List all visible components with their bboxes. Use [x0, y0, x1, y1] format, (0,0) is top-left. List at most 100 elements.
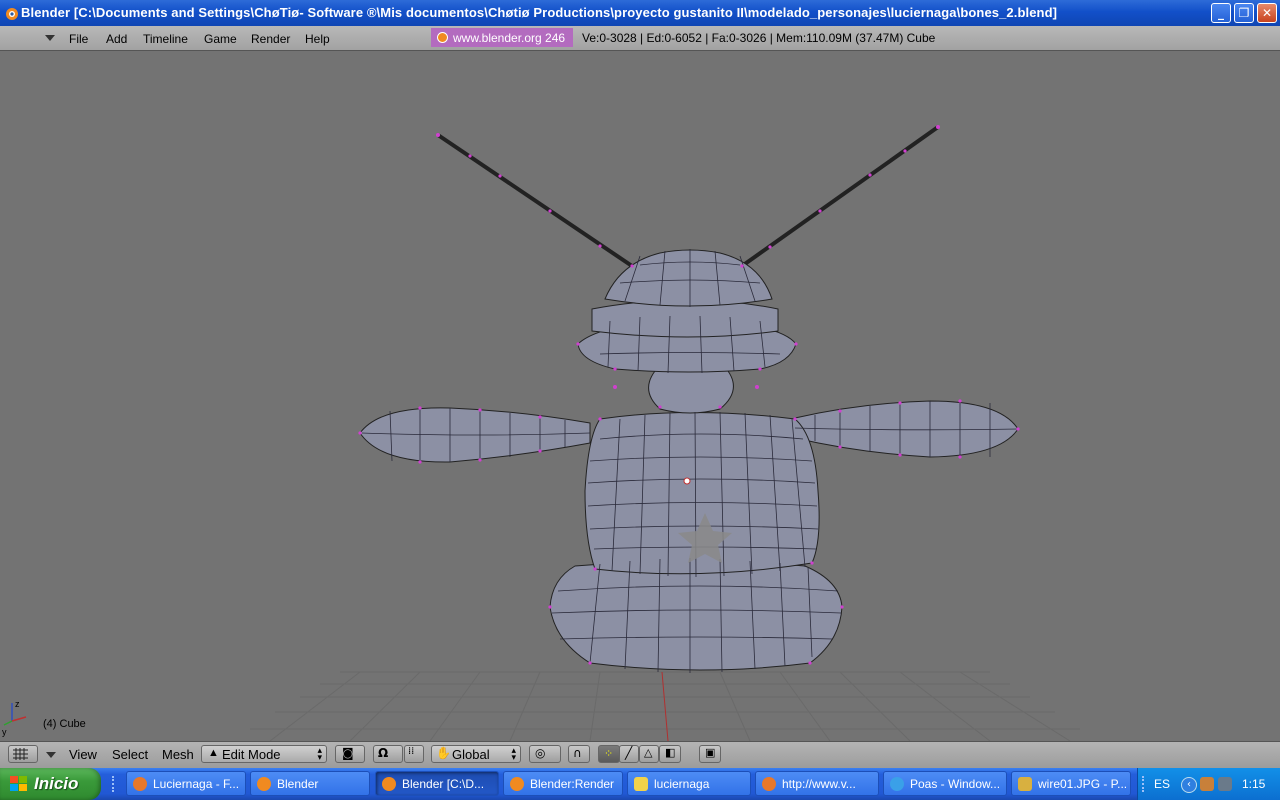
task-poas-ie[interactable]: Poas - Window...	[883, 771, 1007, 796]
restore-button[interactable]: ❐	[1234, 3, 1254, 23]
task-luciernaga-firefox[interactable]: Luciernaga - F...	[126, 771, 246, 796]
axis-gizmo: z y	[2, 699, 27, 737]
menu-game[interactable]: Game	[204, 32, 237, 46]
orientation-label: Global	[452, 747, 490, 762]
grid-icon	[13, 748, 28, 760]
menu-render[interactable]: Render	[251, 32, 290, 46]
occlude-button[interactable]: ◧	[659, 745, 681, 763]
menu-file[interactable]: File	[69, 32, 88, 46]
task-blender-active[interactable]: Blender [C:\D...	[375, 771, 499, 796]
task-label: Luciernaga - F...	[153, 777, 240, 791]
axis-z-label: z	[15, 699, 20, 709]
hand-icon: ✋	[436, 746, 451, 760]
blender-logo-link[interactable]: www.blender.org 246	[431, 28, 573, 47]
language-indicator[interactable]: ES	[1154, 777, 1170, 791]
minimize-button[interactable]: _	[1211, 3, 1231, 23]
orientation-selector[interactable]: ✋ Global ▴ ▾	[431, 745, 521, 763]
editor-type-button[interactable]	[8, 745, 38, 763]
show-hidden-icons-icon[interactable]: ‹	[1181, 777, 1197, 793]
blender-icon	[382, 777, 396, 791]
paint-icon	[1018, 777, 1032, 791]
task-http-firefox[interactable]: http://www.v...	[755, 771, 879, 796]
edge-select-icon: ╱	[625, 746, 633, 760]
render-view-button[interactable]: ▣	[699, 745, 721, 763]
blender-icon	[437, 32, 448, 43]
task-blender[interactable]: Blender	[250, 771, 370, 796]
face-select-icon: △	[644, 746, 653, 759]
blender-info-header: File Add Timeline Game Render Help www.b…	[0, 26, 1280, 51]
windows-flag-icon	[10, 776, 27, 791]
vertex-select-icon: ⁘	[604, 747, 614, 760]
task-blender-render[interactable]: Blender:Render	[503, 771, 623, 796]
antenna-right	[740, 125, 940, 268]
cube-icon: ◧	[665, 746, 676, 759]
vertex-select-button[interactable]: ⁘	[598, 745, 620, 763]
blender-icon	[6, 8, 18, 20]
menu-view[interactable]: View	[69, 747, 97, 762]
menu-help[interactable]: Help	[305, 32, 330, 46]
draw-type-button[interactable]: ◙	[335, 745, 365, 763]
ie-icon	[890, 777, 904, 791]
edge-select-button[interactable]: ╱	[619, 745, 639, 763]
snap-button[interactable]: ∩	[568, 745, 590, 763]
blender-icon	[257, 777, 271, 791]
lower-body	[549, 560, 843, 671]
dropdown-arrows-icon: ▴ ▾	[317, 745, 322, 762]
antenna-left	[436, 133, 634, 268]
target-icon: ◎	[535, 746, 546, 760]
camera-icon: ▣	[705, 746, 716, 759]
close-button[interactable]: ✕	[1257, 3, 1277, 23]
menu-timeline[interactable]: Timeline	[143, 32, 188, 46]
header-collapse-icon[interactable]	[46, 752, 56, 758]
magnet-icon: ∩	[573, 746, 582, 760]
header-collapse-icon[interactable]	[45, 35, 55, 41]
view3d-header: View Select Mesh ▲ Edit Mode ▴ ▾ ◙ Ω ⁞⁞ ✋…	[0, 741, 1280, 768]
start-button[interactable]: Inicio	[0, 768, 101, 800]
window-title: Blender [C:\Documents and Settings\ChøTi…	[21, 5, 1058, 20]
windows-taskbar: Inicio Luciernaga - F... Blender Blender…	[0, 768, 1280, 800]
title-bar: Blender [C:\Documents and Settings\ChøTi…	[0, 0, 1280, 26]
menu-select[interactable]: Select	[112, 747, 148, 762]
edit-mode-icon: ▲	[208, 747, 219, 759]
3d-cursor[interactable]	[683, 477, 691, 485]
task-label: http://www.v...	[782, 777, 856, 791]
face-select-button[interactable]: △	[639, 745, 659, 763]
task-label: Blender	[277, 777, 319, 791]
task-label: luciernaga	[654, 777, 710, 791]
tray-app-icon[interactable]	[1200, 777, 1214, 791]
folder-icon	[634, 777, 648, 791]
menu-add[interactable]: Add	[106, 32, 127, 46]
mode-selector[interactable]: ▲ Edit Mode ▴ ▾	[201, 745, 327, 763]
scene-stats: Ve:0-3028 | Ed:0-6052 | Fa:0-3026 | Mem:…	[582, 31, 936, 45]
dropdown-arrows-icon: ▴ ▾	[511, 745, 516, 762]
pivot-icon: Ω	[378, 746, 389, 760]
task-label: Blender:Render	[530, 777, 615, 791]
clock[interactable]: 1:15	[1242, 777, 1265, 791]
menu-mesh[interactable]: Mesh	[162, 747, 194, 762]
start-label: Inicio	[34, 774, 79, 793]
firefox-icon	[133, 777, 147, 791]
viewport-canvas[interactable]: z y	[0, 51, 1280, 741]
task-label: wire01.JPG - P...	[1038, 777, 1128, 791]
system-tray: ES ‹ 1:15	[1137, 768, 1280, 800]
quicklaunch-grip	[112, 776, 117, 792]
shading-icon: ◙	[342, 746, 354, 760]
manipulator-toggle[interactable]: ⁞⁞	[404, 745, 424, 763]
minimize-icon: _	[1218, 6, 1224, 20]
task-luciernaga-folder[interactable]: luciernaga	[627, 771, 751, 796]
pivot-button[interactable]: Ω	[373, 745, 403, 763]
firefox-icon	[762, 777, 776, 791]
task-wire01-paint[interactable]: wire01.JPG - P...	[1011, 771, 1131, 796]
network-icon[interactable]	[1218, 777, 1232, 791]
mode-label: Edit Mode	[222, 747, 281, 762]
3d-viewport[interactable]: z y (4) Cube	[0, 51, 1280, 741]
proportional-edit-button[interactable]: ◎	[529, 745, 561, 763]
close-icon: ✕	[1261, 6, 1273, 20]
restore-icon: ❐	[1238, 6, 1250, 20]
object-label: (4) Cube	[43, 718, 86, 730]
blender-icon	[510, 777, 524, 791]
logo-text: www.blender.org 246	[453, 31, 566, 45]
task-label: Blender [C:\D...	[402, 777, 485, 791]
mesh-object[interactable]	[359, 125, 1019, 671]
tray-grip	[1142, 776, 1147, 792]
